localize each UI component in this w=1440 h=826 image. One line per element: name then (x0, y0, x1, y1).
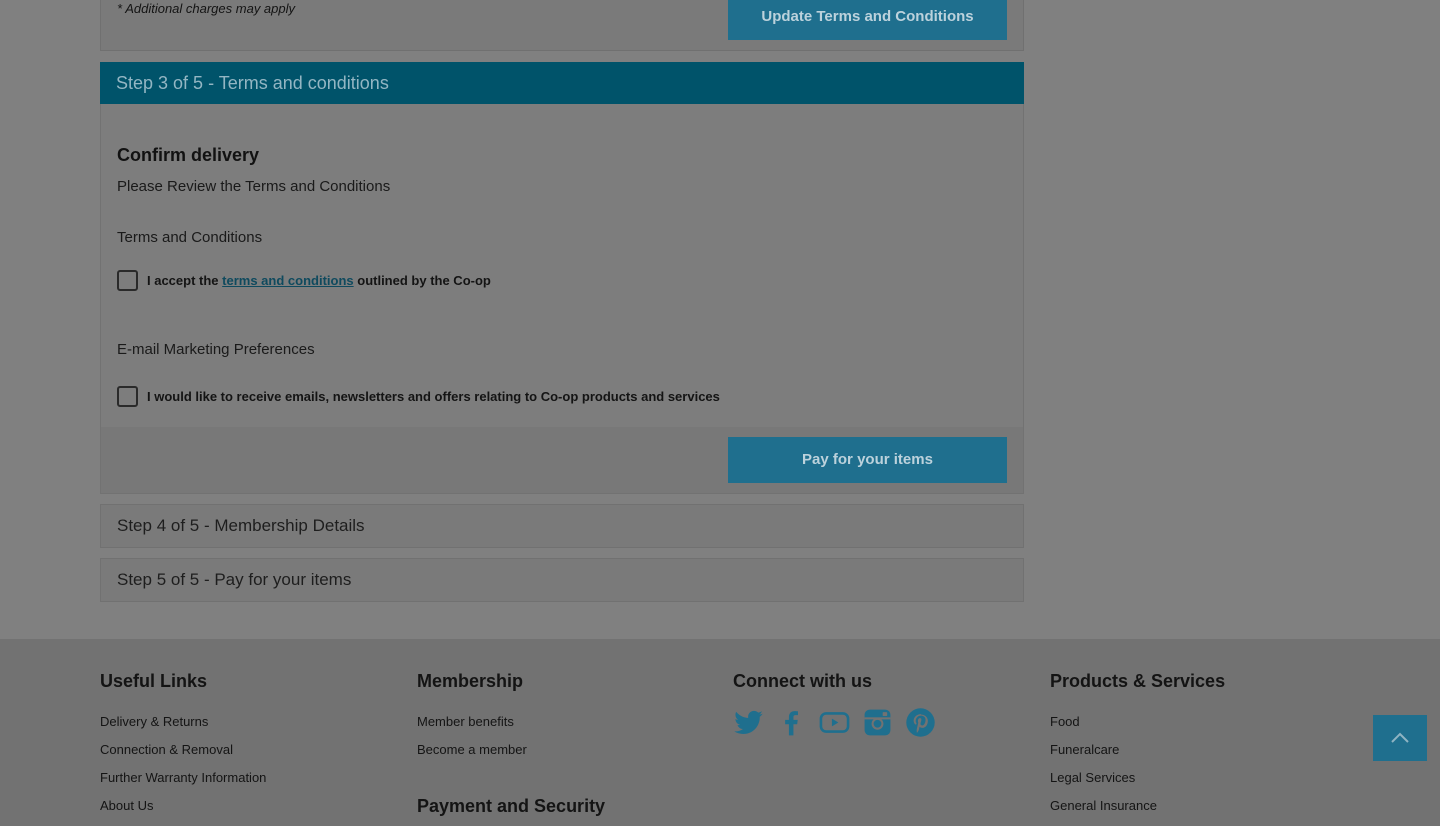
footer-link[interactable]: Legal Services (1050, 770, 1135, 785)
site-footer: Useful Links Delivery & Returns Connecti… (0, 639, 1440, 826)
useful-links-title: Useful Links (100, 671, 208, 691)
chevron-up-icon (1391, 732, 1409, 743)
footer-link[interactable]: Member benefits (417, 714, 514, 729)
facebook-icon[interactable] (776, 707, 807, 738)
footer-link[interactable]: Further Warranty Information (100, 770, 266, 785)
step4-header[interactable]: Step 4 of 5 - Membership Details (100, 504, 1024, 548)
accept-terms-checkbox[interactable] (117, 269, 138, 291)
pay-for-items-button[interactable]: Pay for your items (728, 437, 1007, 483)
footer-link[interactable]: Food (1050, 714, 1080, 729)
step2-card: * Additional charges may apply Update Te… (100, 0, 1024, 51)
confirm-delivery-title: Confirm delivery (117, 145, 260, 165)
back-to-top-button[interactable] (1373, 715, 1427, 761)
instagram-icon[interactable] (862, 707, 893, 738)
footer-link[interactable]: Funeralcare (1050, 742, 1119, 757)
social-icons (733, 707, 936, 738)
email-opt-in-checkbox[interactable] (117, 385, 138, 407)
update-terms-button[interactable]: Update Terms and Conditions (728, 0, 1007, 40)
step3-header[interactable]: Step 3 of 5 - Terms and conditions (100, 62, 1024, 104)
accept-prefix: I accept the (147, 272, 219, 288)
footer-link[interactable]: General Insurance (1050, 798, 1157, 813)
membership-title: Membership (417, 671, 524, 691)
footer-link[interactable]: About Us (100, 798, 153, 813)
step5-header[interactable]: Step 5 of 5 - Pay for your items (100, 558, 1024, 602)
review-terms-text: Please Review the Terms and Conditions (117, 178, 391, 195)
footer-link[interactable]: Delivery & Returns (100, 714, 208, 729)
payment-security-title: Payment and Security (417, 796, 606, 816)
step3-panel: Step 3 of 5 - Terms and conditions Confi… (100, 62, 1024, 494)
email-opt-in-text: I would like to receive emails, newslett… (147, 388, 720, 404)
accept-terms-text: I accept the terms and conditions outlin… (147, 273, 491, 288)
checkout-page: * Additional charges may apply Update Te… (0, 0, 1440, 826)
twitter-icon[interactable] (733, 707, 764, 738)
connect-title: Connect with us (733, 671, 872, 691)
pinterest-icon[interactable] (905, 707, 936, 738)
footer-link[interactable]: Connection & Removal (100, 742, 233, 757)
products-title: Products & Services (1050, 671, 1226, 691)
footer-link[interactable]: Become a member (417, 742, 527, 757)
accept-suffix: outlined by the Co-op (357, 272, 491, 288)
step3-footer: Pay for your items (101, 427, 1023, 493)
youtube-icon[interactable] (819, 707, 850, 738)
terms-label: Terms and Conditions (117, 229, 263, 246)
additional-charges-note: * Additional charges may apply (117, 1, 296, 16)
email-opt-in-row: I would like to receive emails, newslett… (117, 385, 720, 407)
terms-link[interactable]: terms and conditions (222, 273, 353, 288)
accept-terms-row: I accept the terms and conditions outlin… (117, 269, 491, 291)
email-preferences-label: E-mail Marketing Preferences (117, 341, 315, 358)
